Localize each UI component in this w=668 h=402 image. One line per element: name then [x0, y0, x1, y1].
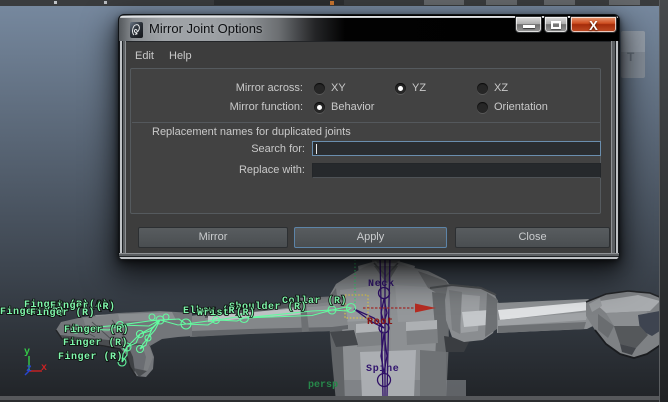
svg-text:(R): (R) — [96, 301, 116, 313]
svg-text:Finger (R): Finger (R) — [64, 324, 129, 336]
svg-text:Spine: Spine — [366, 363, 400, 375]
svg-text:Finger (R): Finger (R) — [30, 307, 95, 319]
svg-text:Neck: Neck — [368, 278, 395, 290]
svg-text:Finger (R): Finger (R) — [58, 351, 123, 363]
svg-text:Root: Root — [367, 317, 394, 328]
svg-text:Wrist (R): Wrist (R) — [197, 307, 256, 319]
svg-text:persp: persp — [308, 380, 338, 391]
svg-text:x: x — [41, 363, 47, 374]
svg-text:y: y — [24, 347, 30, 358]
svg-text:z: z — [26, 364, 32, 375]
svg-text:Finger (R): Finger (R) — [63, 337, 128, 349]
